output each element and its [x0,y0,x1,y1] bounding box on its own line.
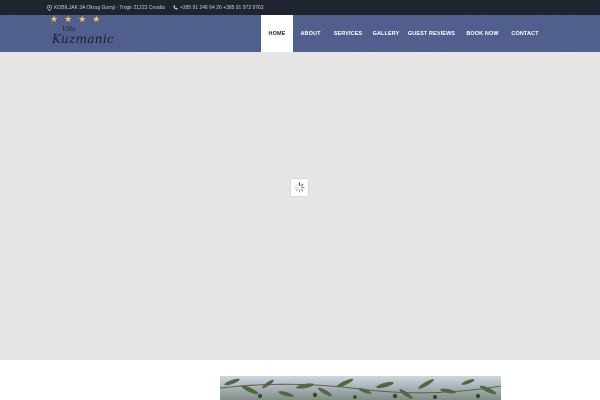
nav-about[interactable]: ABOUT [293,15,328,52]
site-logo[interactable]: ★ ★ ★ ★ Villa Kuzmanic [48,15,114,51]
star-icon: ★ [64,14,73,24]
nav-home[interactable]: HOME [261,15,293,52]
nav-gallery[interactable]: GALLERY [368,15,404,52]
nav-book-now[interactable]: BOOK NOW [459,15,506,52]
hero-slider [0,52,600,360]
address-info: KOBILJAK 3A Okrug Gornji - Trogir 21223 … [47,4,165,11]
star-icon: ★ [78,14,87,24]
nav-contact[interactable]: CONTACT [506,15,544,52]
spinner-icon [294,182,305,193]
nav-guest-reviews[interactable]: GUEST REVIEWS [404,15,459,52]
phone-info: +385 91 246 64 26 +385 91 973 9763 [173,5,264,11]
nav-services[interactable]: SERVICES [328,15,368,52]
olive-tree-photo [220,376,501,400]
phone-text[interactable]: +385 91 246 64 26 +385 91 973 9763 [180,5,264,11]
star-icon: ★ [92,14,101,24]
main-navigation: HOME ABOUT SERVICES GALLERY GUEST REVIEW… [261,15,544,52]
loading-spinner [291,179,308,196]
phone-icon [173,5,178,10]
star-icon: ★ [50,14,59,24]
olive-branches-image [220,378,501,399]
top-info-bar: KOBILJAK 3A Okrug Gornji - Trogir 21223 … [0,0,600,15]
rating-stars: ★ ★ ★ ★ [50,15,100,24]
address-text: KOBILJAK 3A Okrug Gornji - Trogir 21223 … [54,4,165,11]
map-pin-icon [47,4,52,11]
logo-name-text: Kuzmanic [52,32,114,46]
